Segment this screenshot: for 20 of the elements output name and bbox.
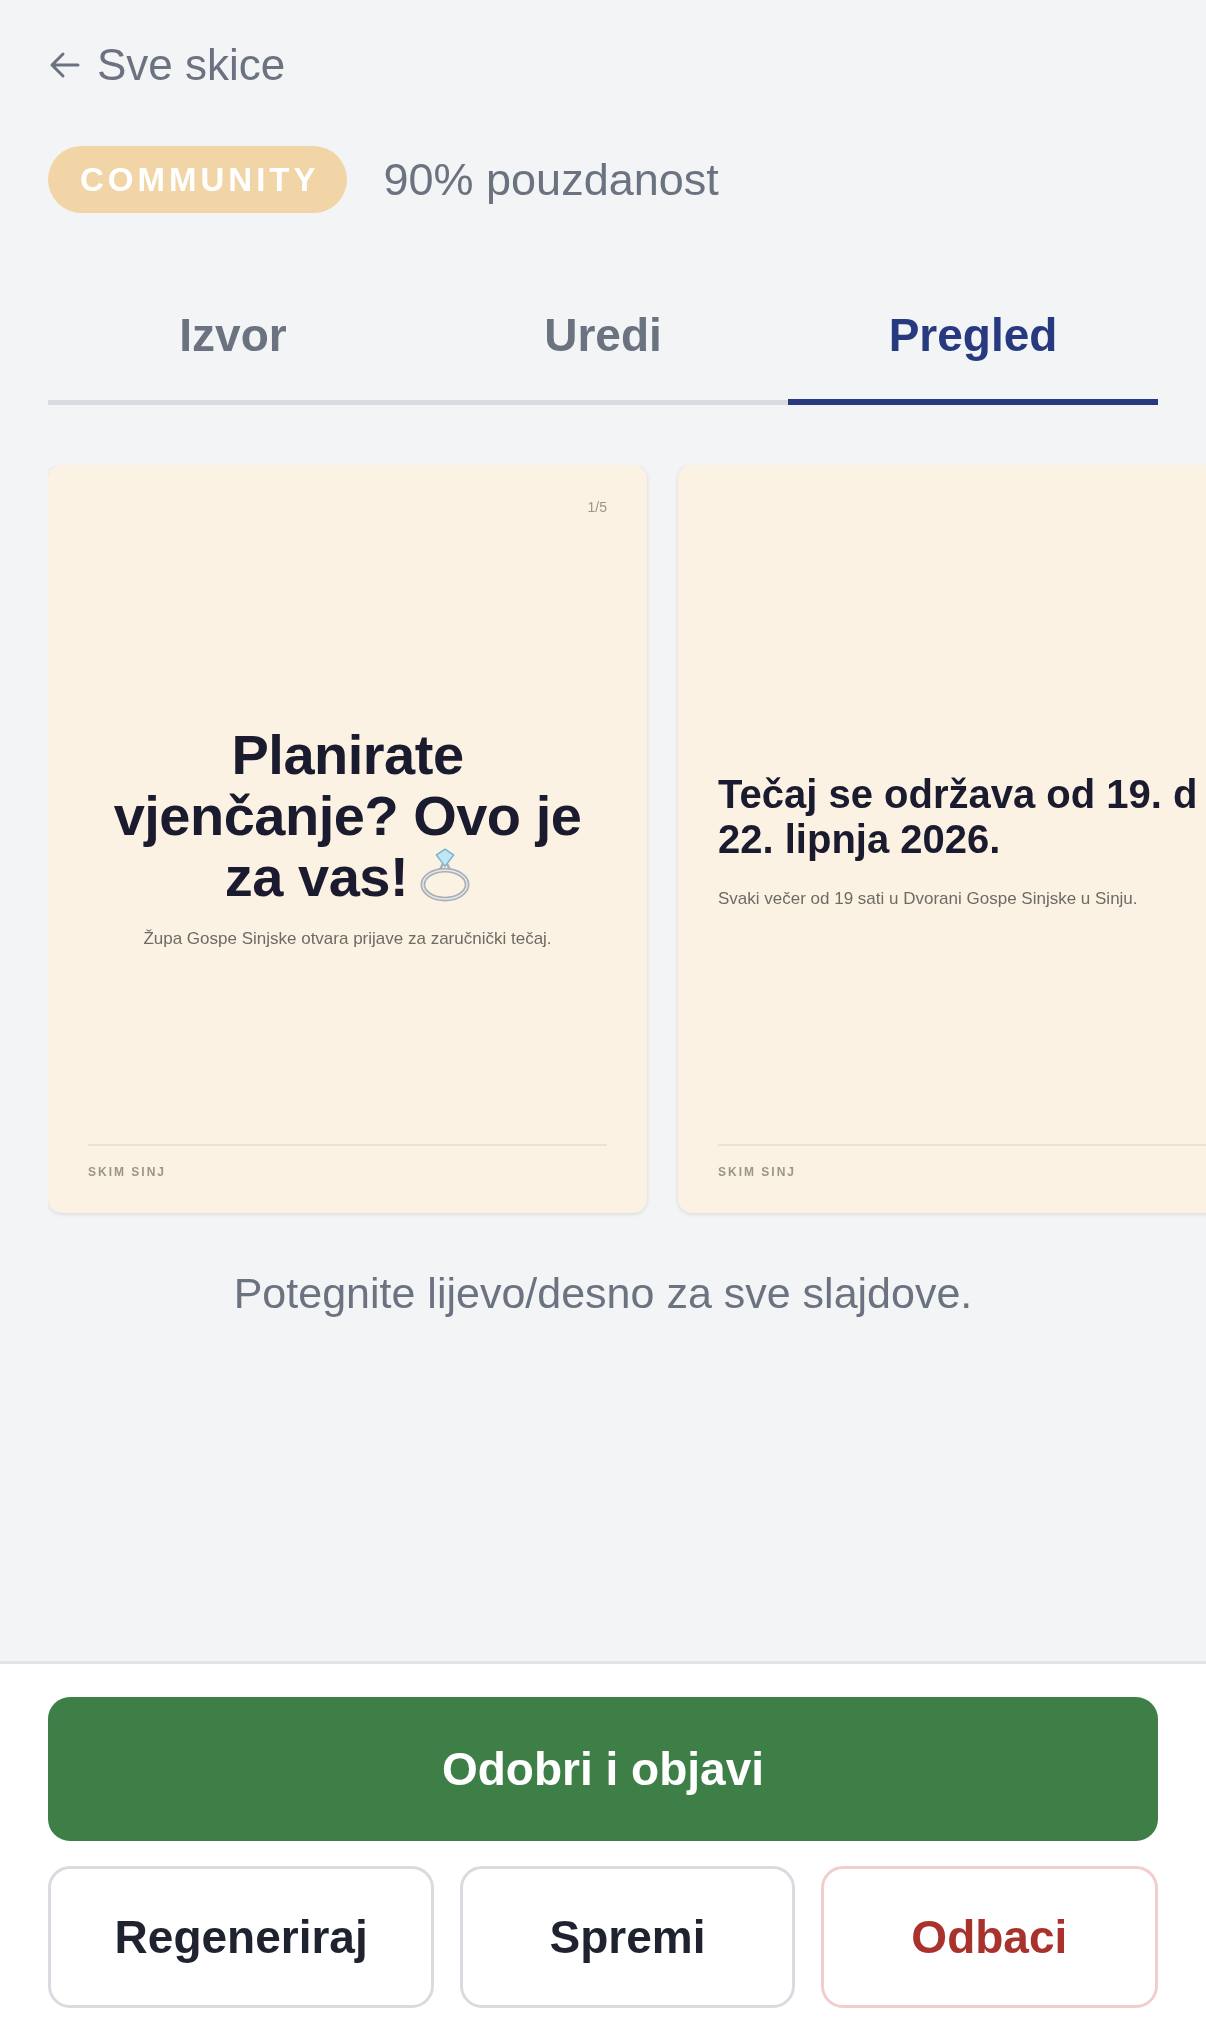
slide-title: Planirate (231, 722, 464, 786)
tab[interactable]: Pregled (788, 278, 1158, 405)
back-link[interactable]: Sve skice (48, 38, 286, 92)
tab[interactable]: Izvor (48, 278, 418, 405)
back-arrow-icon (48, 51, 80, 79)
slide-subtitle: Svaki večer od 19 sati u Dvorani Gospe Sinjske u Sinju. (718, 888, 1138, 908)
publish-button[interactable]: Odobri i objavi (48, 1697, 1158, 1841)
action-button[interactable]: Odbaci (820, 1866, 1158, 2008)
action-button[interactable]: Regeneriraj (48, 1866, 435, 2008)
slide-subtitle: Župa Gospe Sinjske otvara prijave za zaručnički tečaj. (143, 928, 552, 948)
slide-title: vjenčanje? Ovo je (113, 783, 582, 847)
confidence-text: 90% pouzdanost (383, 152, 719, 207)
tag-badge: COMMUNITY (48, 146, 348, 213)
slide-title: Tečaj se održava od 19. d 22. lipnja 2026. (718, 771, 1198, 861)
action-button[interactable]: Spremi (460, 1866, 795, 2008)
slide-counter: 1/5 (587, 498, 607, 517)
tab[interactable]: Uredi (418, 278, 788, 405)
swipe-hint: Potegnite lijevo/desno za sve slajdove. (233, 1269, 973, 1317)
slide-footer-text: SKIM SINJ (88, 1165, 166, 1179)
slide-footer-text: SKIM SINJ (718, 1165, 796, 1179)
